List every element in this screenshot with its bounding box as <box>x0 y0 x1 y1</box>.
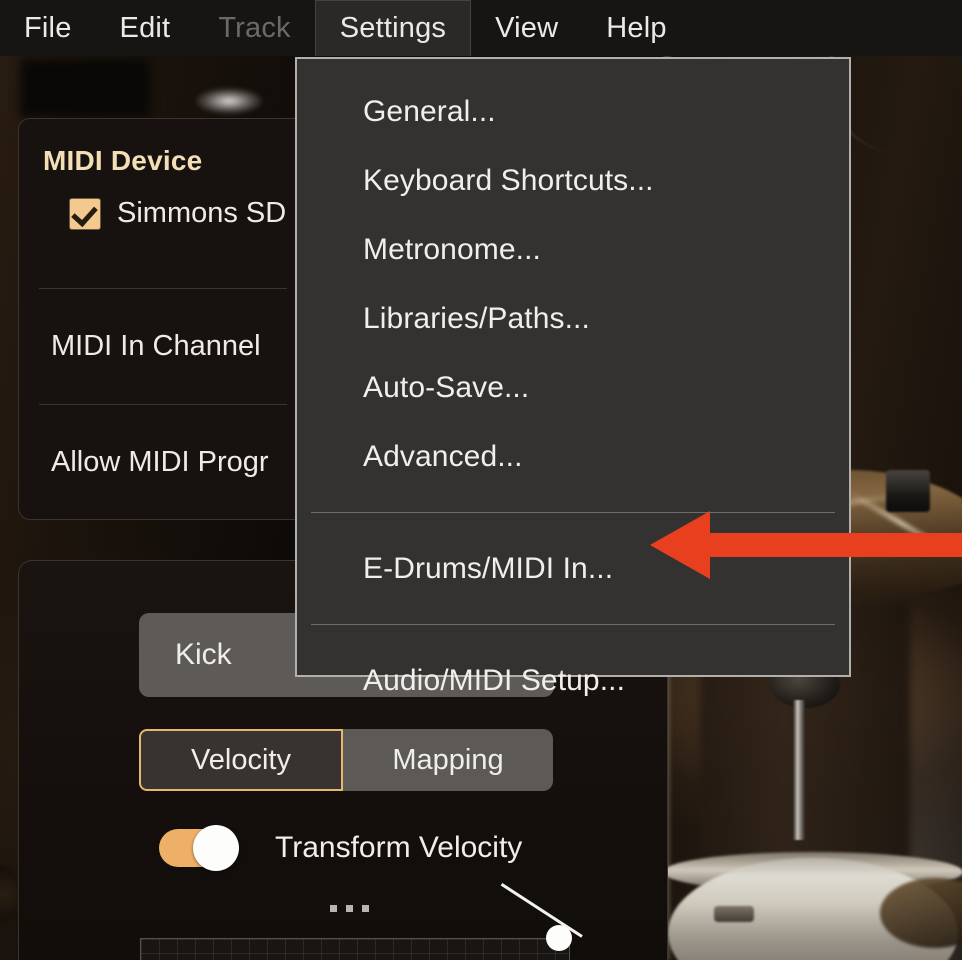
menubar-item-edit[interactable]: Edit <box>96 0 195 56</box>
midi-device-row[interactable]: Simmons SD <box>19 177 307 230</box>
bg-shadow-top <box>20 58 150 118</box>
bg-snare-lug <box>714 906 754 922</box>
menu-gap-3 <box>297 603 849 624</box>
menu-item-auto-save[interactable]: Auto-Save... <box>297 353 849 422</box>
midi-in-channel-row[interactable]: MIDI In Channel <box>19 289 307 404</box>
transform-velocity-label: Transform Velocity <box>275 831 523 864</box>
menu-item-audio-midi-setup[interactable]: Audio/MIDI Setup... <box>297 646 849 715</box>
midi-device-panel: MIDI Device Simmons SD MIDI In Channel A… <box>18 118 308 520</box>
midi-device-panel-title: MIDI Device <box>43 145 203 176</box>
menu-item-keyboard-shortcuts[interactable]: Keyboard Shortcuts... <box>297 146 849 215</box>
menubar-item-edit-label: Edit <box>119 11 171 44</box>
menu-item-edrums-midi-in-label: E-Drums/MIDI In... <box>363 551 614 585</box>
bg-cymbal-clamp <box>886 470 930 512</box>
menu-gap-2 <box>297 513 849 534</box>
menubar-item-view[interactable]: View <box>471 0 582 56</box>
menubar-item-settings[interactable]: Settings <box>314 0 472 56</box>
allow-midi-program-row[interactable]: Allow MIDI Progr <box>19 405 307 520</box>
midi-device-label: Simmons SD <box>117 197 287 229</box>
menu-item-metronome-label: Metronome... <box>363 232 541 266</box>
menu-item-general[interactable]: General... <box>297 77 849 146</box>
menu-item-advanced-label: Advanced... <box>363 439 523 473</box>
tab-mapping[interactable]: Mapping <box>343 729 553 791</box>
transform-velocity-row: Transform Velocity <box>159 825 523 871</box>
menu-item-libraries-paths[interactable]: Libraries/Paths... <box>297 284 849 353</box>
settings-dropdown-menu: General... Keyboard Shortcuts... Metrono… <box>295 57 851 697</box>
bg-stand-rod <box>793 700 805 840</box>
instrument-select-label: Kick <box>175 638 232 671</box>
menubar-item-file[interactable]: File <box>0 0 96 56</box>
menu-top-padding <box>297 59 849 77</box>
menu-item-metronome[interactable]: Metronome... <box>297 215 849 284</box>
menubar-item-settings-label: Settings <box>339 12 447 44</box>
menu-item-keyboard-shortcuts-label: Keyboard Shortcuts... <box>363 163 654 197</box>
menu-gap-4 <box>297 625 849 646</box>
midi-in-channel-label: MIDI In Channel <box>51 330 261 362</box>
tab-velocity[interactable]: Velocity <box>139 729 343 791</box>
tab-mapping-label: Mapping <box>392 743 504 776</box>
menu-item-libraries-paths-label: Libraries/Paths... <box>363 301 590 335</box>
menubar: File Edit Track Settings View Help <box>0 0 962 56</box>
allow-midi-program-label: Allow MIDI Progr <box>51 446 269 478</box>
menu-gap-1 <box>297 491 849 512</box>
checkbox-icon[interactable] <box>69 197 101 230</box>
menubar-item-file-label: File <box>24 11 72 44</box>
menu-item-edrums-midi-in[interactable]: E-Drums/MIDI In... <box>297 534 849 603</box>
menu-item-audio-midi-setup-label: Audio/MIDI Setup... <box>363 663 626 697</box>
velocity-mapping-tabs: Velocity Mapping <box>139 729 553 791</box>
menu-item-general-label: General... <box>363 94 496 128</box>
overflow-ellipsis-icon[interactable] <box>330 905 369 912</box>
menubar-item-help[interactable]: Help <box>582 0 690 56</box>
app-window: MIDI Device Simmons SD MIDI In Channel A… <box>0 0 962 960</box>
menu-item-auto-save-label: Auto-Save... <box>363 370 530 404</box>
menubar-item-track: Track <box>194 0 314 56</box>
velocity-curve-node[interactable] <box>546 925 572 951</box>
tab-velocity-label: Velocity <box>191 743 291 776</box>
menubar-item-view-label: View <box>495 11 559 44</box>
velocity-curve-grid[interactable] <box>140 938 570 960</box>
bg-highlight-top <box>196 88 262 114</box>
transform-velocity-toggle[interactable] <box>159 825 239 871</box>
menubar-item-help-label: Help <box>606 11 667 44</box>
menubar-item-track-label: Track <box>218 11 291 44</box>
menu-item-advanced[interactable]: Advanced... <box>297 422 849 491</box>
